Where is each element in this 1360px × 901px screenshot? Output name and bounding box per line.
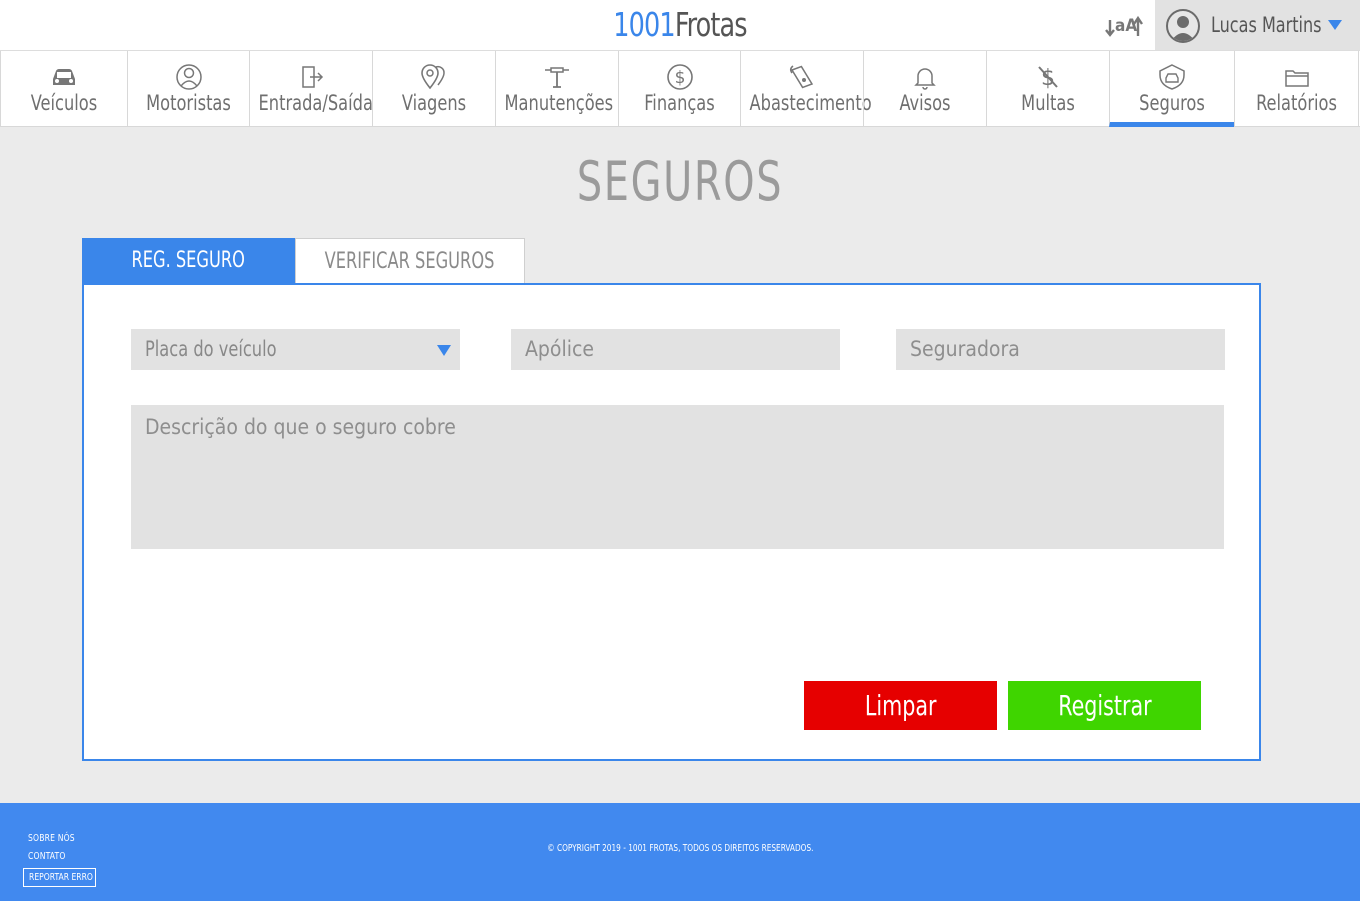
no-money-icon: $ (1038, 66, 1058, 91)
copyright-text: © COPYRIGHT 2019 - 1001 FROTAS, TODOS OS… (0, 843, 1360, 854)
logo-number: 1001 (613, 5, 675, 44)
tab-label: VERIFICAR SEGUROS (325, 249, 495, 274)
map-pin-icon (421, 64, 445, 90)
chevron-down-icon[interactable] (1327, 19, 1343, 31)
door-exit-icon (302, 66, 324, 88)
bell-icon (914, 68, 936, 90)
nav-item-manutencoes[interactable]: Manutenções (495, 51, 619, 127)
nav-label: Avisos (899, 91, 951, 115)
nav-label: Finanças (644, 91, 715, 115)
car-icon (53, 69, 75, 85)
nav-item-viagens[interactable]: Viagens (372, 51, 496, 127)
nav-item-financas[interactable]: $ Finanças (618, 51, 741, 127)
coverage-description-textarea[interactable] (131, 405, 1224, 549)
avatar-icon (1166, 9, 1200, 43)
insurer-input[interactable] (896, 329, 1225, 370)
nav-item-multas[interactable]: $ Multas (986, 51, 1110, 127)
nav-label: Entrada/Saída (258, 91, 373, 115)
register-button[interactable]: Registrar (1008, 681, 1201, 730)
report-error-button[interactable]: REPORTAR ERRO (23, 868, 96, 887)
nav-label: Multas (1021, 91, 1075, 115)
tab-reg-seguro[interactable]: REG. SEGURO (82, 238, 295, 284)
nav-item-avisos[interactable]: Avisos (863, 51, 987, 127)
main-nav: Veículos Motoristas Entrada/Saída Viagen… (0, 50, 1360, 127)
app-logo[interactable]: 1001Frotas (95, 0, 1265, 50)
folder-icon (1284, 70, 1309, 87)
nav-label: Abastecimento (749, 91, 872, 115)
nav-item-motoristas[interactable]: Motoristas (127, 51, 250, 127)
nav-label: Motoristas (146, 91, 231, 115)
tab-verificar-seguros[interactable]: VERIFICAR SEGUROS (295, 238, 525, 284)
vehicle-plate-select[interactable]: Placa do veículo (131, 329, 460, 370)
register-button-label: Registrar (1057, 689, 1152, 722)
nav-item-relatorios[interactable]: Relatórios (1234, 51, 1359, 127)
nav-item-entrada-saida[interactable]: Entrada/Saída (249, 51, 373, 127)
fuel-pump-icon (789, 65, 814, 89)
dollar-coin-icon: $ (666, 64, 693, 90)
vehicle-plate-placeholder: Placa do veículo (145, 337, 277, 361)
svg-text:$: $ (1041, 66, 1055, 91)
insured-car-icon (1159, 64, 1185, 90)
chevron-down-icon (437, 345, 451, 356)
nav-label: Seguros (1139, 91, 1205, 115)
policy-input[interactable] (511, 329, 840, 370)
nav-item-veiculos[interactable]: Veículos (0, 51, 128, 127)
user-name: Lucas Martins (1211, 13, 1322, 37)
user-menu[interactable]: Lucas Martins (1155, 0, 1360, 50)
copyright-label: © COPYRIGHT 2019 - 1001 FROTAS, TODOS OS… (546, 843, 814, 854)
font-size-toggle-label: aA (1115, 16, 1138, 36)
tab-label: REG. SEGURO (131, 248, 246, 273)
clear-button[interactable]: Limpar (804, 681, 997, 730)
page-title: SEGUROS (576, 150, 784, 213)
nav-item-seguros[interactable]: Seguros (1109, 51, 1235, 127)
nav-label: Relatórios (1256, 91, 1337, 115)
clear-button-label: Limpar (864, 689, 937, 722)
nav-label: Viagens (401, 91, 467, 115)
svg-text:$: $ (674, 68, 685, 88)
font-size-toggle-button[interactable]: aA (1104, 10, 1146, 40)
nav-label: Veículos (30, 91, 98, 115)
wrench-icon (545, 67, 569, 88)
nav-label: Manutenções (504, 91, 614, 115)
insurance-form: Placa do veículo Limpar Registrar (82, 283, 1261, 761)
driver-icon (175, 64, 202, 90)
nav-item-abastecimento[interactable]: Abastecimento (740, 51, 872, 127)
logo-name: Frotas (674, 5, 748, 44)
top-bar: 1001Frotas aA Lucas Martins (0, 0, 1360, 50)
report-error-label: REPORTAR ERRO (29, 872, 93, 883)
